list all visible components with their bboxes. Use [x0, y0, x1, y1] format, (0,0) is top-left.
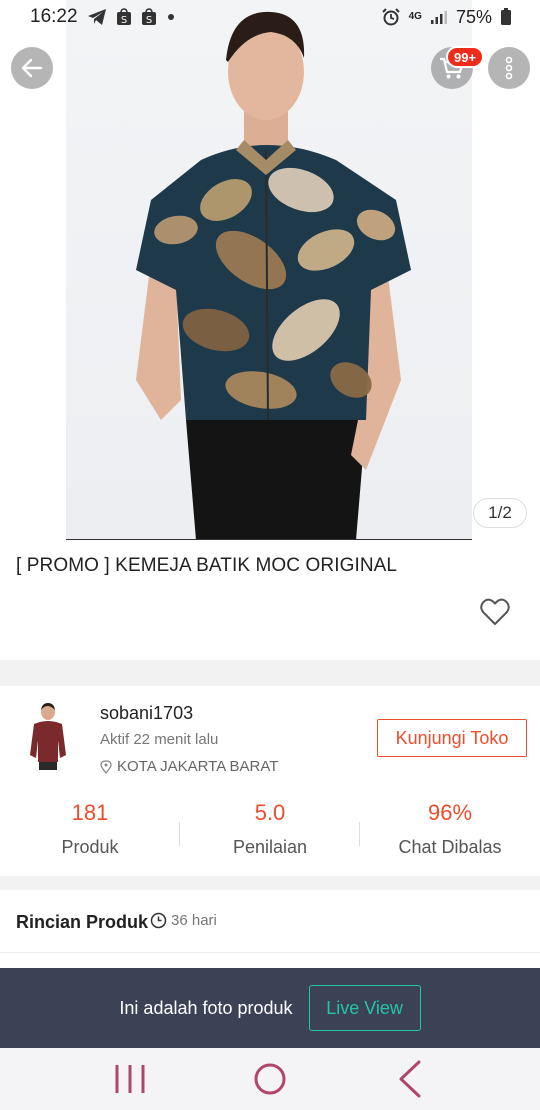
product-title-section: [ PROMO ] KEMEJA BATIK MOC ORIGINAL: [0, 540, 540, 660]
more-vertical-icon: [505, 56, 513, 80]
stat-products[interactable]: 181 Produk: [0, 800, 180, 864]
model-illustration: [136, 11, 411, 539]
stat-value: 96%: [427, 800, 473, 825]
image-page-indicator: 1/2: [473, 498, 527, 528]
live-view-text: Ini adalah foto produk: [119, 997, 293, 1018]
status-time: 16:22: [30, 6, 78, 27]
details-age-text: 36 hari: [171, 912, 217, 929]
shop-avatar[interactable]: [20, 700, 76, 772]
product-title: [ PROMO ] KEMEJA BATIK MOC ORIGINAL: [16, 555, 398, 576]
shopee-icon: S: [116, 8, 132, 26]
shop-active-status: Aktif 22 menit lalu: [100, 731, 219, 748]
shop-location-text: KOTA JAKARTA BARAT: [117, 758, 279, 775]
details-age: 36 hari: [150, 912, 217, 929]
shop-avatar-image: [20, 700, 76, 772]
system-navigation-bar: [0, 1048, 540, 1110]
shop-section: sobani1703 Aktif 22 menit lalu KOTA JAKA…: [0, 686, 540, 876]
alarm-icon: [381, 8, 401, 26]
live-view-button[interactable]: Live View: [308, 985, 421, 1031]
product-image-gallery[interactable]: 99+ 1/2: [0, 0, 540, 540]
details-divider: [0, 952, 540, 953]
svg-text:S: S: [120, 15, 126, 26]
battery-percent: 75%: [455, 6, 492, 27]
more-options-button[interactable]: [488, 47, 530, 89]
favorite-button[interactable]: [480, 598, 510, 628]
clock-icon: [150, 912, 167, 929]
home-icon: [254, 1063, 286, 1095]
section-divider: [0, 876, 540, 890]
live-view-banner: Ini adalah foto produk Live View: [0, 968, 540, 1048]
cart-count-badge: 99+: [446, 46, 485, 68]
stat-value: 181: [71, 800, 109, 825]
back-button[interactable]: [11, 47, 53, 89]
product-details-section: Rincian Produk 36 hari: [0, 890, 540, 968]
stat-label: Penilaian: [232, 837, 308, 857]
visit-shop-button[interactable]: Kunjungi Toko: [377, 719, 527, 757]
shop-location: KOTA JAKARTA BARAT: [100, 758, 278, 775]
signal-icon: [430, 9, 448, 25]
shop-name[interactable]: sobani1703: [100, 703, 193, 724]
section-divider: [0, 660, 540, 686]
system-back-button[interactable]: [380, 1054, 440, 1104]
location-pin-icon: [100, 759, 112, 774]
shopee-icon: S: [141, 8, 157, 26]
product-photo[interactable]: [66, 0, 472, 540]
arrow-left-icon: [21, 58, 43, 78]
recent-apps-button[interactable]: [100, 1054, 160, 1104]
battery-icon: [500, 8, 512, 26]
chevron-left-icon: [399, 1060, 421, 1098]
svg-text:S: S: [145, 15, 151, 26]
notification-dot-icon: [166, 12, 176, 22]
telegram-icon: [87, 8, 107, 26]
heart-icon: [480, 598, 510, 625]
status-bar: 16:22 S S 4G 75%: [0, 0, 540, 34]
stat-value: 5.0: [254, 800, 286, 825]
home-button[interactable]: [240, 1054, 300, 1104]
stat-ratings[interactable]: 5.0 Penilaian: [180, 800, 360, 864]
details-title: Rincian Produk: [16, 912, 149, 932]
stat-chat-replied[interactable]: 96% Chat Dibalas: [360, 800, 540, 864]
shop-stats: 181 Produk 5.0 Penilaian 96% Chat Dibala…: [0, 800, 540, 864]
stat-label: Produk: [61, 837, 119, 857]
recent-apps-icon: [115, 1065, 145, 1093]
network-type: 4G: [408, 11, 422, 22]
stat-label: Chat Dibalas: [398, 837, 502, 857]
